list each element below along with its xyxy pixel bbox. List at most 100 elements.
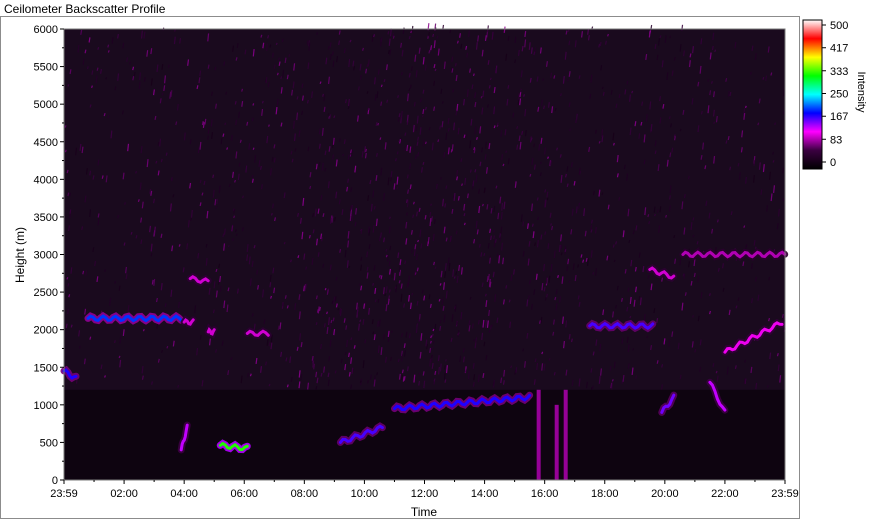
noise-speck xyxy=(488,278,491,287)
noise-speck xyxy=(737,162,740,167)
noise-speck xyxy=(377,69,380,75)
noise-speck xyxy=(539,172,542,177)
noise-speck xyxy=(401,374,404,381)
noise-speck xyxy=(622,375,625,382)
noise-speck xyxy=(224,122,227,126)
noise-speck xyxy=(226,304,229,313)
noise-speck xyxy=(512,112,515,118)
y-tick-label: 3500 xyxy=(34,212,58,224)
noise-speck xyxy=(372,225,375,233)
noise-speck xyxy=(121,110,124,115)
noise-speck xyxy=(211,132,214,140)
noise-speck xyxy=(408,73,411,78)
noise-speck xyxy=(333,328,336,336)
noise-speck xyxy=(702,158,704,161)
noise-speck xyxy=(526,299,529,307)
noise-speck xyxy=(327,46,330,50)
noise-speck xyxy=(656,209,659,213)
noise-speck xyxy=(697,315,700,322)
noise-speck xyxy=(458,264,461,271)
noise-speck xyxy=(217,281,220,285)
noise-speck xyxy=(540,234,543,240)
noise-speck xyxy=(415,211,418,217)
noise-speck xyxy=(150,243,153,252)
noise-speck xyxy=(616,173,619,178)
noise-speck xyxy=(422,56,425,65)
noise-speck xyxy=(267,81,270,88)
noise-speck xyxy=(373,34,376,38)
noise-speck xyxy=(607,204,610,210)
noise-speck xyxy=(517,99,520,105)
noise-speck xyxy=(324,167,327,172)
noise-speck xyxy=(601,192,604,196)
noise-speck xyxy=(501,242,504,251)
noise-speck xyxy=(429,217,432,227)
noise-speck xyxy=(376,372,379,376)
noise-speck xyxy=(537,106,540,112)
noise-speck xyxy=(329,217,332,224)
noise-speck xyxy=(632,348,635,351)
noise-speck xyxy=(501,154,504,161)
noise-speck xyxy=(107,44,110,48)
noise-speck xyxy=(634,121,637,127)
noise-speck xyxy=(514,59,517,64)
noise-speck xyxy=(635,375,638,379)
noise-speck xyxy=(478,188,481,194)
noise-speck xyxy=(423,380,426,389)
noise-speck xyxy=(223,243,226,251)
noise-speck xyxy=(560,252,563,256)
noise-speck xyxy=(230,357,233,361)
noise-speck xyxy=(486,320,489,328)
noise-speck xyxy=(387,31,390,35)
noise-speck xyxy=(474,101,477,108)
noise-speck xyxy=(372,331,375,335)
noise-speck xyxy=(216,198,219,205)
noise-speck xyxy=(298,130,301,137)
noise-speck xyxy=(344,249,347,258)
noise-speck xyxy=(110,130,113,139)
noise-speck xyxy=(260,34,263,38)
noise-speck xyxy=(628,239,631,243)
noise-speck xyxy=(679,44,682,52)
noise-speck xyxy=(434,68,437,72)
noise-speck xyxy=(485,300,488,308)
noise-speck xyxy=(758,98,761,104)
noise-speck xyxy=(568,102,571,108)
noise-speck xyxy=(290,150,293,155)
noise-speck xyxy=(595,268,598,276)
noise-speck xyxy=(398,139,401,143)
heatmap-plot-area[interactable] xyxy=(60,23,789,480)
noise-speck xyxy=(400,71,403,76)
x-tick-label: 22:00 xyxy=(711,488,739,500)
noise-speck xyxy=(493,239,496,248)
noise-speck xyxy=(554,296,557,301)
noise-speck xyxy=(350,149,353,154)
noise-speck xyxy=(64,125,67,128)
noise-speck xyxy=(580,254,583,258)
noise-speck xyxy=(354,165,357,173)
colorbar-tick-label: 83 xyxy=(830,134,842,146)
noise-speck xyxy=(753,239,756,246)
noise-speck xyxy=(692,315,695,318)
noise-speck xyxy=(367,107,370,111)
noise-speck xyxy=(409,184,412,190)
noise-speck xyxy=(336,55,339,63)
noise-speck xyxy=(708,293,711,296)
backscatter-layer xyxy=(180,315,197,329)
noise-speck xyxy=(251,313,254,317)
noise-speck xyxy=(84,308,87,315)
noise-speck xyxy=(305,266,308,270)
noise-speck xyxy=(117,214,120,219)
noise-speck xyxy=(692,234,695,238)
noise-speck xyxy=(241,227,244,232)
noise-speck xyxy=(558,244,561,253)
noise-speck xyxy=(324,150,327,156)
noise-speck xyxy=(570,229,573,235)
noise-speck xyxy=(654,140,657,147)
y-tick-label: 4500 xyxy=(34,137,58,149)
noise-speck xyxy=(315,322,318,326)
noise-speck xyxy=(130,231,133,235)
noise-speck xyxy=(417,136,420,141)
noise-speck xyxy=(307,382,310,390)
noise-speck xyxy=(529,173,532,177)
